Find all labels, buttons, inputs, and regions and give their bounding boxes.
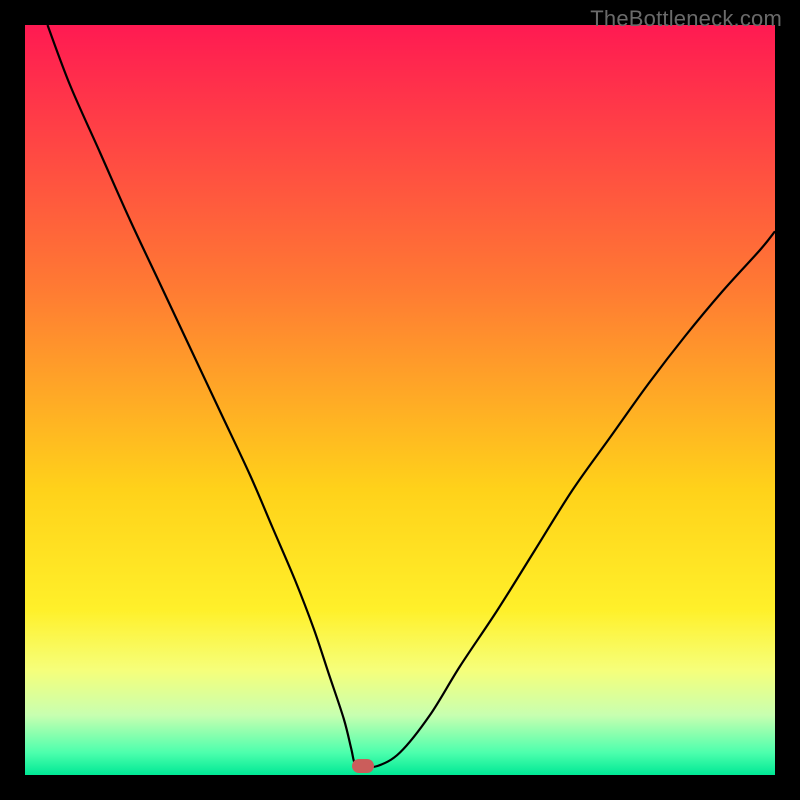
- watermark-text: TheBottleneck.com: [590, 6, 782, 32]
- optimum-marker: [352, 759, 374, 773]
- chart-area: [25, 25, 775, 775]
- chart-svg: [25, 25, 775, 775]
- chart-background: [25, 25, 775, 775]
